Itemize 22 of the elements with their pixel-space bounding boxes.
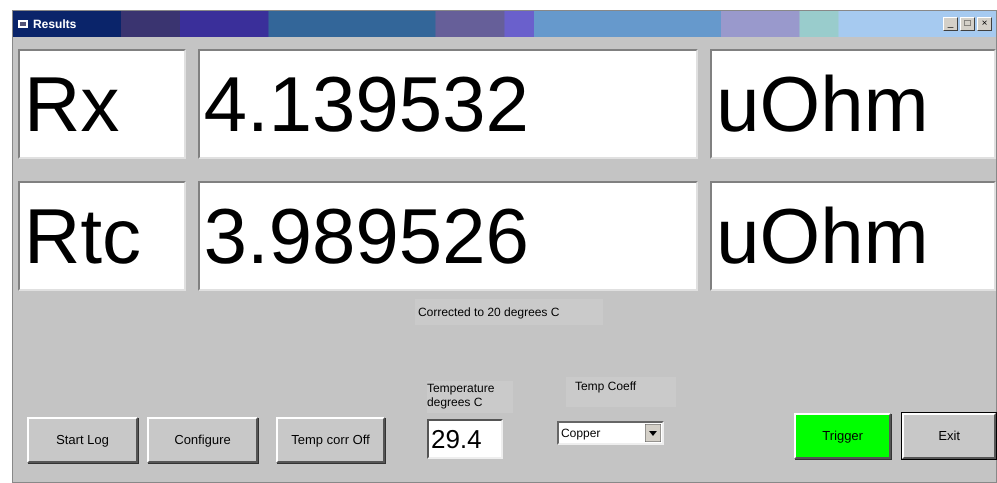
- temperature-field[interactable]: 29.4: [427, 419, 503, 459]
- dropdown-arrow-icon: [645, 424, 661, 442]
- readout-label: Rtc: [18, 181, 186, 291]
- app-icon: [17, 18, 29, 30]
- action-button[interactable]: Temp corr Off: [276, 417, 385, 463]
- temperature-label: Temperature degrees C: [427, 381, 513, 413]
- temp-coeff-dropdown[interactable]: Copper: [557, 421, 664, 445]
- temp-coeff-label: Temp Coeff: [566, 377, 676, 407]
- action-button[interactable]: Start Log: [27, 417, 138, 463]
- title-bar-button[interactable]: □: [960, 17, 975, 31]
- trigger-button[interactable]: Trigger: [794, 413, 892, 459]
- title-bar-button[interactable]: _: [943, 17, 958, 31]
- readout-value: 4.139532: [198, 49, 698, 159]
- window-title: Results: [33, 16, 76, 33]
- exit-button[interactable]: Exit: [902, 413, 996, 459]
- title-bar-button[interactable]: ×: [977, 17, 992, 31]
- readout-unit: uOhm: [710, 181, 996, 291]
- readout-value: 3.989526: [198, 181, 698, 291]
- correction-note: Corrected to 20 degrees C: [415, 299, 603, 325]
- readout-unit: uOhm: [710, 49, 996, 159]
- action-button[interactable]: Configure: [147, 417, 258, 463]
- readout-label: Rx: [18, 49, 186, 159]
